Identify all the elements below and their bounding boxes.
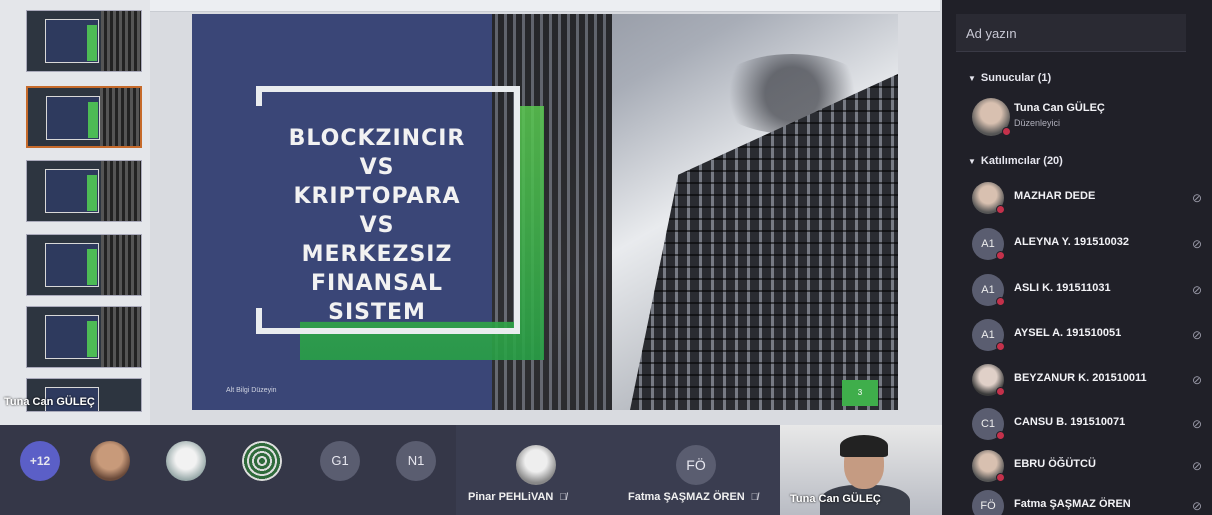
participant-name: Tuna Can GÜLEÇ [1014,102,1105,114]
attendee-row[interactable]: C1 CANSU B. 191510071 ⊘ [970,404,1210,446]
participant-avatar[interactable]: N1 [396,441,436,481]
presenter-name-tag: Tuna Can GÜLEÇ [4,396,95,408]
slide-footer-text: Alt Bilgi Düzeyin [226,387,277,394]
avatar [972,98,1011,136]
attendees-section-header[interactable]: ▼ Katılımcılar (20) [968,155,1063,167]
mic-off-icon: 🎙̸ [750,492,759,503]
slide-thumbnail[interactable] [26,306,142,368]
mic-off-icon: ⊘ [1191,459,1202,473]
mic-off-icon: ⊘ [1191,328,1202,342]
participant-tile[interactable]: Pinar PEHLiVAN 🎙̸ [456,425,616,515]
slide-thumbnail-active[interactable] [26,86,142,148]
participant-strip: +12 G1 N1 Pinar PEHLiVAN 🎙̸ FÖ Fatma ŞAŞM… [0,425,942,515]
participant-name: ALEYNA Y. 191510032 [1014,236,1129,248]
slide-thumbnail-pane [0,0,150,425]
slide-title-line: MERKEZSIZ [301,242,453,267]
participant-avatar[interactable]: G1 [320,441,360,481]
participant-name: Tuna Can GÜLEÇ [790,493,881,505]
attendee-row[interactable]: A1 ALEYNA Y. 191510032 ⊘ [970,224,1210,266]
attendee-row[interactable]: BEYZANUR K. 201510011 ⊘ [970,360,1210,402]
mic-off-icon: ⊘ [1191,283,1202,297]
attendee-row[interactable]: FÖ Fatma ŞAŞMAZ ÖREN ⊘ [970,486,1210,515]
powerpoint-ribbon [150,0,940,12]
participant-name: MAZHAR DEDE [1014,190,1096,202]
slide-title-line: KRIPTOPARA [293,184,461,209]
slide-title-line: VS [359,155,395,180]
mic-off-icon: ⊘ [1191,191,1202,205]
slide-thumbnail[interactable] [26,234,142,296]
avatar [972,182,1005,214]
mic-off-icon: ⊘ [1191,373,1202,387]
slide-thumbnail[interactable] [26,10,142,72]
participant-name: EBRU ÖĞÜTCÜ [1014,458,1096,470]
slide-number: 3 [842,380,878,406]
participant-name: Fatma ŞAŞMAZ ÖREN [628,491,745,503]
participant-name: Pinar PEHLiVAN [468,491,554,503]
slide-title-line: FINANSAL SISTEM [311,271,443,325]
avatar: C1 [972,408,1005,440]
shared-screen: BLOCKZINCIR VS KRIPTOPARA VS MERKEZSIZ F… [0,0,942,425]
avatar [972,450,1005,482]
attendee-row[interactable]: A1 AYSEL A. 191510051 ⊘ [970,315,1210,357]
presenter-video-tile[interactable]: Tuna Can GÜLEÇ [780,425,942,515]
avatar: A1 [972,228,1005,260]
mic-off-icon: 🎙̸ [559,492,567,503]
avatar [972,364,1005,396]
avatar: A1 [972,274,1005,306]
participant-avatar[interactable] [166,441,206,481]
participant-name: CANSU B. 191510071 [1014,416,1126,428]
participant-name: ASLI K. 191511031 [1014,282,1111,294]
mic-off-icon: ⊘ [1191,237,1202,251]
mic-off-icon: ⊘ [1191,417,1202,431]
participant-avatar: FÖ [676,445,716,485]
participant-search-input[interactable]: Ad yazın [956,14,1186,52]
avatar: A1 [972,319,1005,351]
participant-role: Düzenleyici [1014,118,1061,128]
presenter-row[interactable]: Tuna Can GÜLEÇ Düzenleyici [970,94,1210,140]
avatar: FÖ [972,490,1004,515]
status-dot [1002,127,1011,136]
presenters-section-header[interactable]: ▼ Sunucular (1) [968,72,1051,84]
chevron-down-icon: ▼ [968,74,976,83]
chevron-down-icon: ▼ [968,157,976,166]
slide-title-line: VS [359,213,395,238]
current-slide: BLOCKZINCIR VS KRIPTOPARA VS MERKEZSIZ F… [192,14,898,410]
mic-off-icon: ⊘ [1191,499,1202,513]
participant-avatar[interactable] [90,441,130,481]
slide-title: BLOCKZINCIR VS KRIPTOPARA VS MERKEZSIZ F… [262,124,492,327]
participant-avatar[interactable] [242,441,282,481]
participant-name: AYSEL A. 191510051 [1014,327,1122,339]
participant-tile[interactable]: FÖ Fatma ŞAŞMAZ ÖREN 🎙̸ [616,425,780,515]
participants-panel: Ad yazın ▼ Sunucular (1) Tuna Can GÜLEÇ D… [942,0,1212,515]
participant-name: BEYZANUR K. 201510011 [1014,372,1147,384]
slide-title-line: BLOCKZINCIR [288,126,466,151]
attendee-row[interactable]: A1 ASLI K. 191511031 ⊘ [970,270,1210,312]
slide-thumbnail[interactable] [26,160,142,222]
attendee-row[interactable]: EBRU ÖĞÜTCÜ ⊘ [970,446,1210,488]
participant-name: Fatma ŞAŞMAZ ÖREN [1014,498,1131,510]
participant-avatar [516,445,556,485]
more-participants-button[interactable]: +12 [20,441,60,481]
attendee-row[interactable]: MAZHAR DEDE ⊘ [970,178,1210,220]
